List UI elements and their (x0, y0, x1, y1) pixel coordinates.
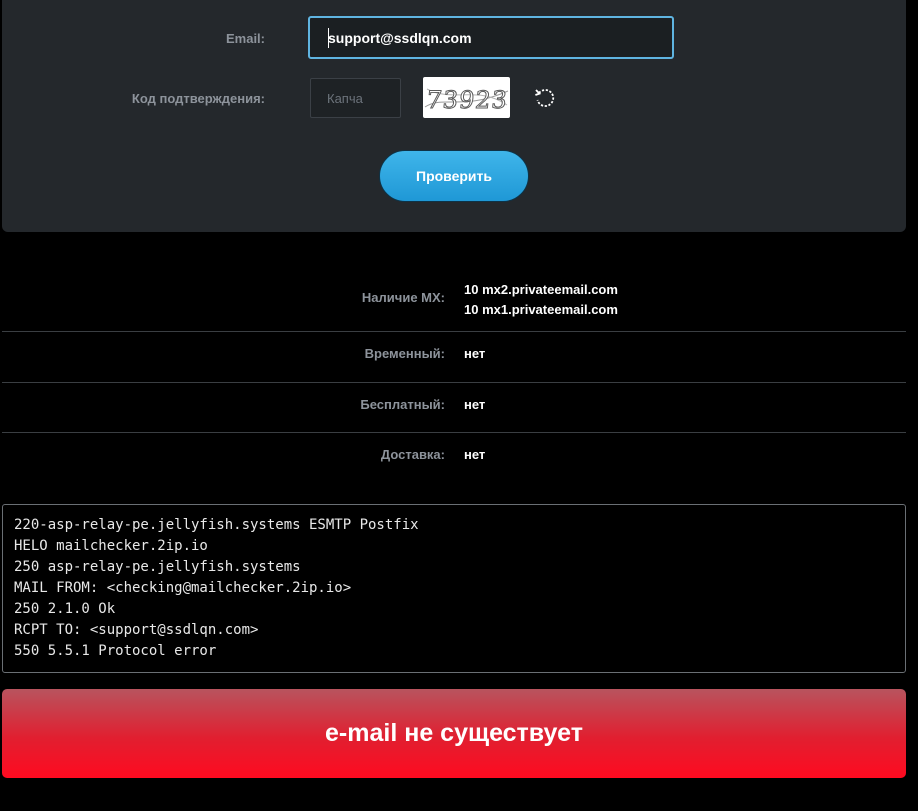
mx-record: 10 mx2.privateemail.com (464, 282, 618, 297)
smtp-log-line: 220-asp-relay-pe.jellyfish.systems ESMTP… (14, 517, 419, 533)
free-value: нет (464, 397, 486, 412)
delivery-label: Доставка: (380, 447, 445, 462)
captcha-code-text: 73923 (425, 86, 509, 114)
captcha-image: 73923 (423, 77, 510, 118)
text-caret (328, 28, 329, 48)
refresh-captcha-icon[interactable] (532, 85, 558, 111)
temporary-label: Временный: (364, 346, 445, 361)
result-free-row: Бесплатный: нет (2, 397, 906, 419)
smtp-log-line: HELO mailchecker.2ip.io (14, 538, 208, 554)
temporary-value: нет (464, 346, 486, 361)
captcha-label: Код подтверждения: (131, 91, 265, 106)
smtp-log-line: 250 2.1.0 Ok (14, 601, 116, 617)
smtp-log-line: RCPT TO: <support@ssdlqn.com> (14, 622, 259, 638)
divider (2, 432, 906, 433)
smtp-log-line: MAIL FROM: <checking@mailchecker.2ip.io> (14, 580, 352, 596)
mail-checker-page: Email: Код подтверждения: 73923 Проверит… (0, 0, 918, 811)
verdict-banner: e-mail не существует (2, 689, 906, 778)
check-button[interactable]: Проверить (379, 150, 529, 202)
captcha-input[interactable] (310, 78, 401, 118)
divider (2, 382, 906, 383)
smtp-log-line: 250 asp-relay-pe.jellyfish.systems (14, 559, 301, 575)
mx-label: Наличие MX: (361, 290, 445, 305)
smtp-log: 220-asp-relay-pe.jellyfish.systems ESMTP… (2, 504, 906, 673)
result-delivery-row: Доставка: нет (2, 447, 906, 469)
email-label: Email: (225, 31, 265, 46)
result-temporary-row: Временный: нет (2, 346, 906, 368)
mx-record: 10 mx1.privateemail.com (464, 302, 618, 317)
result-mx-row: Наличие MX: 10 mx2.privateemail.com 10 m… (2, 276, 906, 326)
smtp-log-line: 550 5.5.1 Protocol error (14, 643, 217, 659)
delivery-value: нет (464, 447, 486, 462)
divider (2, 331, 906, 332)
email-input[interactable] (308, 16, 674, 59)
free-label: Бесплатный: (360, 397, 445, 412)
mx-records: 10 mx2.privateemail.com 10 mx1.privateem… (464, 280, 618, 320)
verdict-text: e-mail не существует (325, 719, 583, 747)
